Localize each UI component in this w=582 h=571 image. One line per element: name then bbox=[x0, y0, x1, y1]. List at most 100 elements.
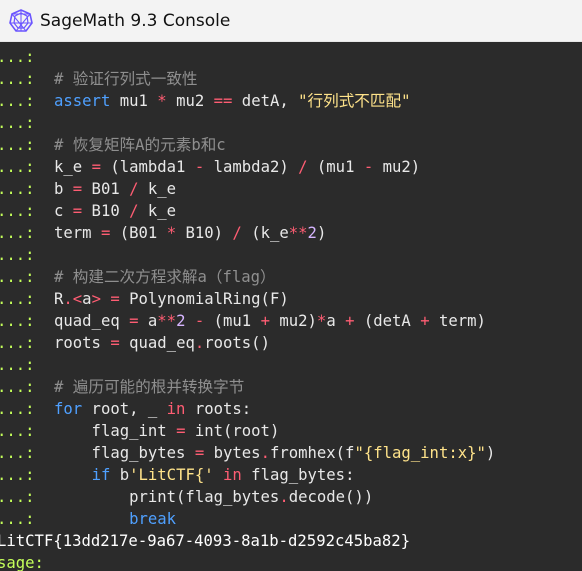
continuation-prompt: ...: bbox=[0, 70, 35, 88]
code-token: mu2) bbox=[269, 312, 317, 330]
code-token: == bbox=[213, 92, 233, 110]
continuation-prompt: ...: bbox=[0, 136, 35, 154]
code-token: B10 bbox=[82, 202, 130, 220]
code-token: + bbox=[420, 312, 430, 330]
code-token: k_e bbox=[138, 202, 177, 220]
continuation-prompt: ...: bbox=[0, 224, 35, 242]
code-token: * bbox=[157, 92, 167, 110]
code-token: roots bbox=[54, 334, 111, 352]
continuation-prompt: ...: bbox=[0, 114, 35, 132]
code-token: > bbox=[91, 290, 101, 308]
sage-prompt: sage: bbox=[0, 554, 44, 571]
code-token: = bbox=[100, 224, 111, 242]
code-token: flag_bytes: bbox=[241, 466, 355, 484]
code-token: # 遍历可能的根并转换字节 bbox=[54, 378, 245, 396]
continuation-prompt: ...: bbox=[0, 334, 35, 352]
code-token: "行列式不匹配" bbox=[298, 92, 411, 110]
code-token: detA, bbox=[232, 92, 299, 110]
code-token: = bbox=[194, 444, 205, 462]
code-token: 'LitCTF{' bbox=[129, 466, 214, 484]
code-token: print(flag_bytes bbox=[54, 488, 280, 506]
code-token: - bbox=[194, 158, 205, 176]
code-token: term bbox=[54, 224, 101, 242]
code-token: # 构建二次方程求解a（flag） bbox=[54, 268, 276, 286]
code-token: k_e bbox=[54, 158, 92, 176]
code-token: (mu1 bbox=[307, 158, 364, 176]
code-token: decode()) bbox=[288, 488, 374, 506]
code-text: flag_int = int(root) bbox=[54, 420, 280, 442]
code-token: roots() bbox=[204, 334, 270, 352]
code-token: = bbox=[91, 158, 101, 176]
code-token: ** bbox=[288, 224, 308, 242]
continuation-prompt: ...: bbox=[0, 356, 35, 374]
continuation-prompt: ...: bbox=[0, 400, 35, 418]
code-token: B10) bbox=[176, 224, 233, 242]
code-token: 2 bbox=[307, 224, 317, 242]
code-token: fromhex(f bbox=[269, 444, 355, 462]
flag-output-text: LitCTF{13dd217e-9a67-4093-8a1b-d2592c45b… bbox=[0, 532, 411, 550]
code-token: root, _ bbox=[82, 400, 167, 418]
code-token: / bbox=[129, 202, 139, 220]
code-token: (detA bbox=[354, 312, 421, 330]
code-text: quad_eq = a**2 - (mu1 + mu2)*a + (detA +… bbox=[54, 310, 486, 332]
code-token: lambda2) bbox=[204, 158, 299, 176]
code-token: in bbox=[223, 466, 242, 484]
window-titlebar: SageMath 9.3 Console bbox=[0, 0, 582, 42]
code-token: PolynomialRing(F) bbox=[119, 290, 289, 308]
code-text: roots = quad_eq.roots() bbox=[54, 332, 270, 354]
continuation-prompt: ...: bbox=[0, 268, 35, 286]
code-token: = bbox=[129, 312, 139, 330]
code-token: ** bbox=[157, 312, 177, 330]
code-token: - bbox=[194, 312, 205, 330]
code-token: break bbox=[129, 510, 177, 528]
continuation-prompt: ...: bbox=[0, 422, 35, 440]
code-text: # 构建二次方程求解a（flag） bbox=[54, 266, 276, 288]
code-token: mu2 bbox=[166, 92, 214, 110]
code-text: c = B10 / k_e bbox=[54, 200, 176, 222]
continuation-prompt: ...: bbox=[0, 510, 35, 528]
code-token: - bbox=[363, 158, 374, 176]
code-token: quad_eq bbox=[119, 334, 195, 352]
code-token: . bbox=[260, 444, 270, 462]
continuation-prompt: ...: bbox=[0, 180, 35, 198]
continuation-prompt: ...: bbox=[0, 158, 35, 176]
code-token: ) bbox=[316, 224, 327, 242]
code-token: / bbox=[232, 224, 242, 242]
code-text: assert mu1 * mu2 == detA, "行列式不匹配" bbox=[54, 90, 410, 112]
code-token: = bbox=[110, 334, 120, 352]
code-token: + bbox=[260, 312, 270, 330]
code-text: for root, _ in roots: bbox=[54, 398, 251, 420]
code-token: flag_int bbox=[54, 422, 177, 440]
console-output-area[interactable]: ...:...: # 验证行列式一致性...: assert mu1 * mu2 =… bbox=[0, 42, 582, 571]
code-text: term = (B01 * B10) / (k_e**2) bbox=[54, 222, 326, 244]
continuation-prompt: ...: bbox=[0, 312, 35, 330]
continuation-prompt: ...: bbox=[0, 488, 35, 506]
code-text: # 恢复矩阵A的元素b和c bbox=[54, 134, 226, 156]
code-text: R.<a> = PolynomialRing(F) bbox=[54, 288, 289, 310]
code-token: mu2) bbox=[373, 158, 421, 176]
continuation-prompt: ...: bbox=[0, 444, 35, 462]
code-token: # 验证行列式一致性 bbox=[54, 70, 198, 88]
continuation-prompt: ...: bbox=[0, 466, 35, 484]
code-text: flag_bytes = bytes.fromhex(f"{flag_int:x… bbox=[54, 442, 496, 464]
code-token: = bbox=[110, 290, 120, 308]
sagemath-logo-icon bbox=[9, 9, 33, 32]
code-token: if bbox=[91, 466, 111, 484]
window-title: SageMath 9.3 Console bbox=[40, 11, 231, 31]
continuation-prompt: ...: bbox=[0, 290, 35, 308]
code-text: # 遍历可能的根并转换字节 bbox=[54, 376, 244, 398]
continuation-prompt: ...: bbox=[0, 202, 35, 220]
code-token: assert bbox=[54, 92, 111, 110]
code-token: * bbox=[316, 312, 327, 330]
code-token: (B01 bbox=[110, 224, 167, 242]
code-token: = bbox=[72, 202, 83, 220]
code-text: b = B01 / k_e bbox=[54, 178, 176, 200]
code-token: int(root) bbox=[185, 422, 280, 440]
code-token: a bbox=[82, 290, 92, 308]
code-token: (k_e bbox=[241, 224, 289, 242]
code-token: / bbox=[298, 158, 308, 176]
code-token: for bbox=[54, 400, 83, 418]
code-token: b bbox=[54, 180, 73, 198]
continuation-prompt: ...: bbox=[0, 48, 35, 66]
